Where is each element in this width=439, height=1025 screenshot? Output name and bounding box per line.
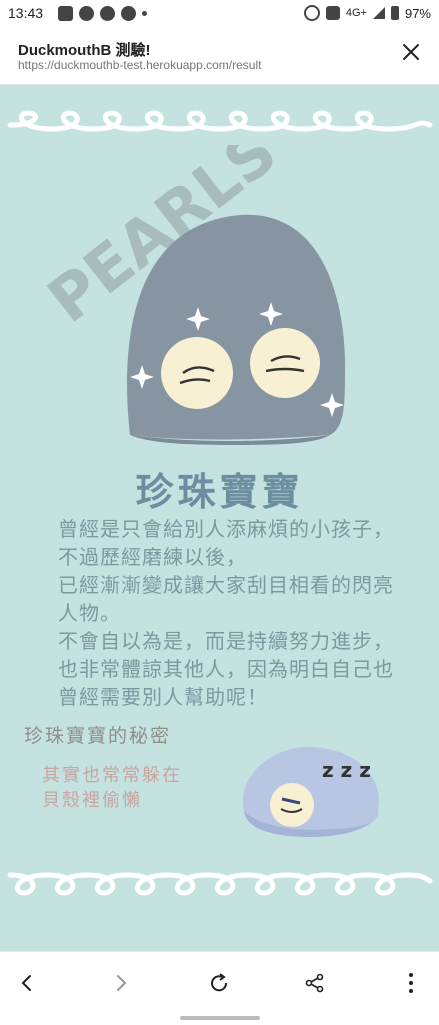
right-pearl: [250, 328, 320, 398]
result-description: 曾經是只會給別人添麻煩的小孩子，不過歷經磨練以後， 已經漸漸變成讓大家刮目相看的…: [58, 517, 394, 709]
message-icon: [58, 6, 73, 21]
status-time: 13:43: [8, 5, 44, 21]
secret-text: 其實也常常躲在 貝殼裡偷懶: [42, 765, 182, 811]
network-type: 4G+: [345, 7, 367, 19]
wave-border-bottom: [7, 872, 433, 896]
result-content: PEARLS 珍珠寶寶 曾經是只會給別人添麻煩的小孩子，不過歷經磨練以後， 已經…: [0, 85, 439, 951]
battery-level: 97%: [404, 5, 431, 21]
alarm-icon: [303, 5, 320, 21]
back-icon[interactable]: [12, 968, 42, 998]
secret-label: 珍珠寶寶的秘密: [24, 725, 172, 747]
line-icon: [79, 6, 94, 21]
share-icon[interactable]: [300, 968, 330, 998]
reload-icon[interactable]: [204, 968, 234, 998]
battery-icon: [390, 6, 399, 20]
browser-bottom-bar: [0, 951, 439, 1025]
notification-icons: [58, 6, 147, 21]
status-bar: 13:43 4G+ 97%: [0, 0, 439, 28]
forward-icon[interactable]: [106, 968, 136, 998]
sleep-zzz: z z z: [322, 758, 371, 782]
result-title: 珍珠寶寶: [135, 469, 304, 514]
page-title: DuckmouthB 測驗!: [18, 42, 151, 59]
wifi-icon: [325, 6, 340, 20]
facebook-icon: [100, 6, 115, 21]
left-pearl: [161, 337, 233, 409]
pearl-shell-illustration: PEARLS: [34, 145, 346, 445]
home-indicator: [180, 1016, 260, 1020]
more-icon[interactable]: [396, 968, 426, 998]
sleeping-shell-illustration: z z z: [242, 746, 379, 837]
browser-header: DuckmouthB 測驗! https://duckmouthb-test.h…: [0, 28, 439, 85]
status-right: 4G+ 97%: [303, 5, 431, 21]
page-url[interactable]: https://duckmouthb-test.herokuapp.com/re…: [18, 58, 261, 72]
close-icon[interactable]: [399, 40, 423, 64]
more-notifications-icon: [142, 11, 147, 16]
facebook-icon: [121, 6, 136, 21]
signal-icon: [372, 7, 385, 19]
